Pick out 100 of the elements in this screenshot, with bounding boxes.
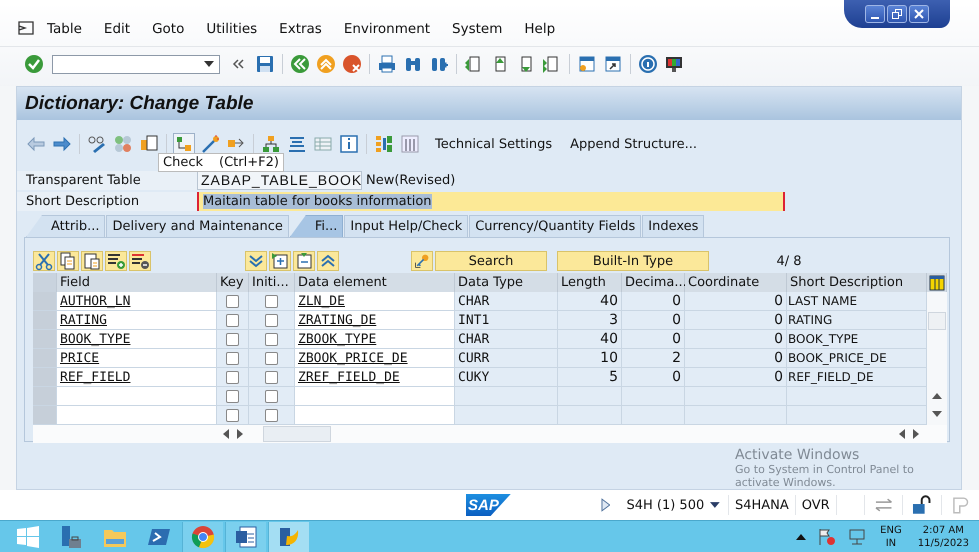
monitor-icon[interactable]: [664, 54, 684, 74]
column-header[interactable]: Field: [57, 273, 217, 292]
collapse-icon[interactable]: [317, 251, 339, 271]
column-header[interactable]: Data element: [295, 273, 455, 292]
clock-time[interactable]: 2:07 AM: [922, 524, 964, 536]
new-window-icon[interactable]: [577, 54, 597, 74]
paste-icon[interactable]: [81, 251, 103, 271]
toolbar-button[interactable]: Technical Settings: [429, 136, 558, 152]
glasses-pencil-icon[interactable]: [87, 134, 107, 154]
table-cell[interactable]: ZRATING_DE: [295, 311, 455, 330]
close-button[interactable]: [909, 5, 929, 23]
region-text[interactable]: IN: [886, 536, 896, 550]
checkbox[interactable]: [265, 294, 278, 308]
scroll-right-icon[interactable]: [913, 429, 919, 439]
scissors-icon[interactable]: [33, 251, 55, 271]
menu-item[interactable]: Help: [524, 21, 556, 37]
checkbox[interactable]: [265, 352, 278, 364]
triangle-icon[interactable]: [600, 498, 610, 512]
insert-block-icon[interactable]: [269, 251, 291, 271]
tab[interactable]: Attrib...: [26, 215, 106, 237]
unlocked-icon[interactable]: [912, 495, 932, 515]
delete-row-icon[interactable]: [129, 251, 151, 271]
scroll-left-icon[interactable]: [899, 429, 905, 439]
column-header[interactable]: Key: [217, 273, 249, 292]
checkbox[interactable]: [265, 390, 278, 402]
restore-button[interactable]: [887, 5, 907, 23]
tab[interactable]: Input Help/Check: [344, 215, 468, 237]
menu-item[interactable]: Table: [47, 21, 82, 37]
menu-item[interactable]: Goto: [152, 21, 184, 37]
toolbar-button[interactable]: Append Structure...: [564, 136, 704, 152]
menu-item[interactable]: System: [452, 21, 502, 37]
magic-wand-icon[interactable]: [200, 134, 220, 154]
delete-block-icon[interactable]: [293, 251, 315, 271]
hierarchy-check-icon[interactable]: [174, 134, 194, 154]
transfer-icon[interactable]: [874, 498, 894, 512]
scrollbar-thumb[interactable]: [928, 312, 946, 330]
scroll-down-icon[interactable]: [932, 411, 942, 417]
copy-icon[interactable]: [57, 251, 79, 271]
checkbox[interactable]: [226, 390, 239, 402]
help-icon[interactable]: [638, 54, 658, 74]
column-header[interactable]: Data Type: [455, 273, 558, 292]
checkbox[interactable]: [265, 332, 278, 346]
table-cell[interactable]: RATING: [57, 311, 217, 330]
table-cell[interactable]: ZBOOK_PRICE_DE: [295, 349, 455, 368]
checkbox[interactable]: [265, 314, 278, 326]
list-icon[interactable]: [287, 134, 307, 154]
server-icon[interactable]: [59, 524, 83, 548]
checkbox[interactable]: [226, 352, 239, 364]
language-text[interactable]: ENG: [880, 524, 902, 536]
table-cell[interactable]: BOOK_TYPE: [57, 330, 217, 349]
menu-item[interactable]: Edit: [104, 21, 130, 37]
horizontal-scrollbar[interactable]: [33, 425, 947, 443]
table-cell[interactable]: ZBOOK_TYPE: [295, 330, 455, 349]
shortcut-icon[interactable]: [603, 54, 623, 74]
caret-up-icon[interactable]: [796, 534, 806, 540]
clock-date[interactable]: 11/5/2023: [918, 536, 969, 550]
table-cell[interactable]: PRICE: [57, 349, 217, 368]
cancel-icon[interactable]: [342, 54, 362, 74]
table-cell[interactable]: REF_FIELD: [57, 368, 217, 387]
checkbox[interactable]: [226, 332, 239, 346]
checkbox[interactable]: [226, 314, 239, 326]
caret-icon[interactable]: [710, 502, 720, 508]
column-settings-icon[interactable]: [927, 273, 947, 292]
checkbox[interactable]: [265, 370, 278, 384]
checkbox[interactable]: [226, 294, 239, 308]
table-cell[interactable]: ZREF_FIELD_DE: [295, 368, 455, 387]
menu-item[interactable]: Utilities: [206, 21, 258, 37]
save-icon[interactable]: [255, 54, 275, 74]
type-button[interactable]: Built-In Type: [557, 251, 709, 271]
scroll-left-icon[interactable]: [223, 429, 229, 439]
system-info[interactable]: S4H (1) 500: [620, 498, 710, 512]
expand-icon[interactable]: [245, 251, 267, 271]
tree-icon[interactable]: [261, 134, 281, 154]
network-icon[interactable]: [848, 528, 866, 546]
taskbar-button[interactable]: [225, 522, 266, 552]
key-icon[interactable]: [411, 251, 433, 271]
column-header[interactable]: Length: [558, 273, 622, 292]
tab[interactable]: Fi...: [290, 215, 344, 237]
command-field[interactable]: [52, 54, 220, 74]
insert-row-icon[interactable]: [105, 251, 127, 271]
menu-icon[interactable]: [18, 21, 34, 35]
dropdown-caret-icon[interactable]: [204, 61, 214, 67]
column-header[interactable]: Coordinate: [685, 273, 787, 292]
blocks-icon[interactable]: [374, 134, 394, 154]
minimize-button[interactable]: [865, 5, 885, 23]
scrollbar-thumb[interactable]: [263, 426, 331, 442]
checkbox[interactable]: [226, 370, 239, 384]
table-name-field[interactable]: ZABAP_TABLE_BOOK: [197, 170, 362, 190]
scroll-up-icon[interactable]: [932, 393, 942, 399]
column-header[interactable]: Short Description: [787, 273, 927, 292]
tab[interactable]: Delivery and Maintenance: [106, 215, 289, 237]
flag-icon[interactable]: [818, 528, 836, 546]
scroll-right-icon[interactable]: [237, 429, 243, 439]
column-header[interactable]: Initi...: [249, 273, 295, 292]
info-icon[interactable]: [339, 134, 359, 154]
checkmark-icon[interactable]: [24, 54, 44, 74]
search-button[interactable]: Search: [435, 251, 547, 271]
column-header[interactable]: Decima...: [622, 273, 685, 292]
description-field[interactable]: Maitain table for books information: [197, 192, 785, 210]
vertical-scrollbar[interactable]: [927, 292, 947, 425]
